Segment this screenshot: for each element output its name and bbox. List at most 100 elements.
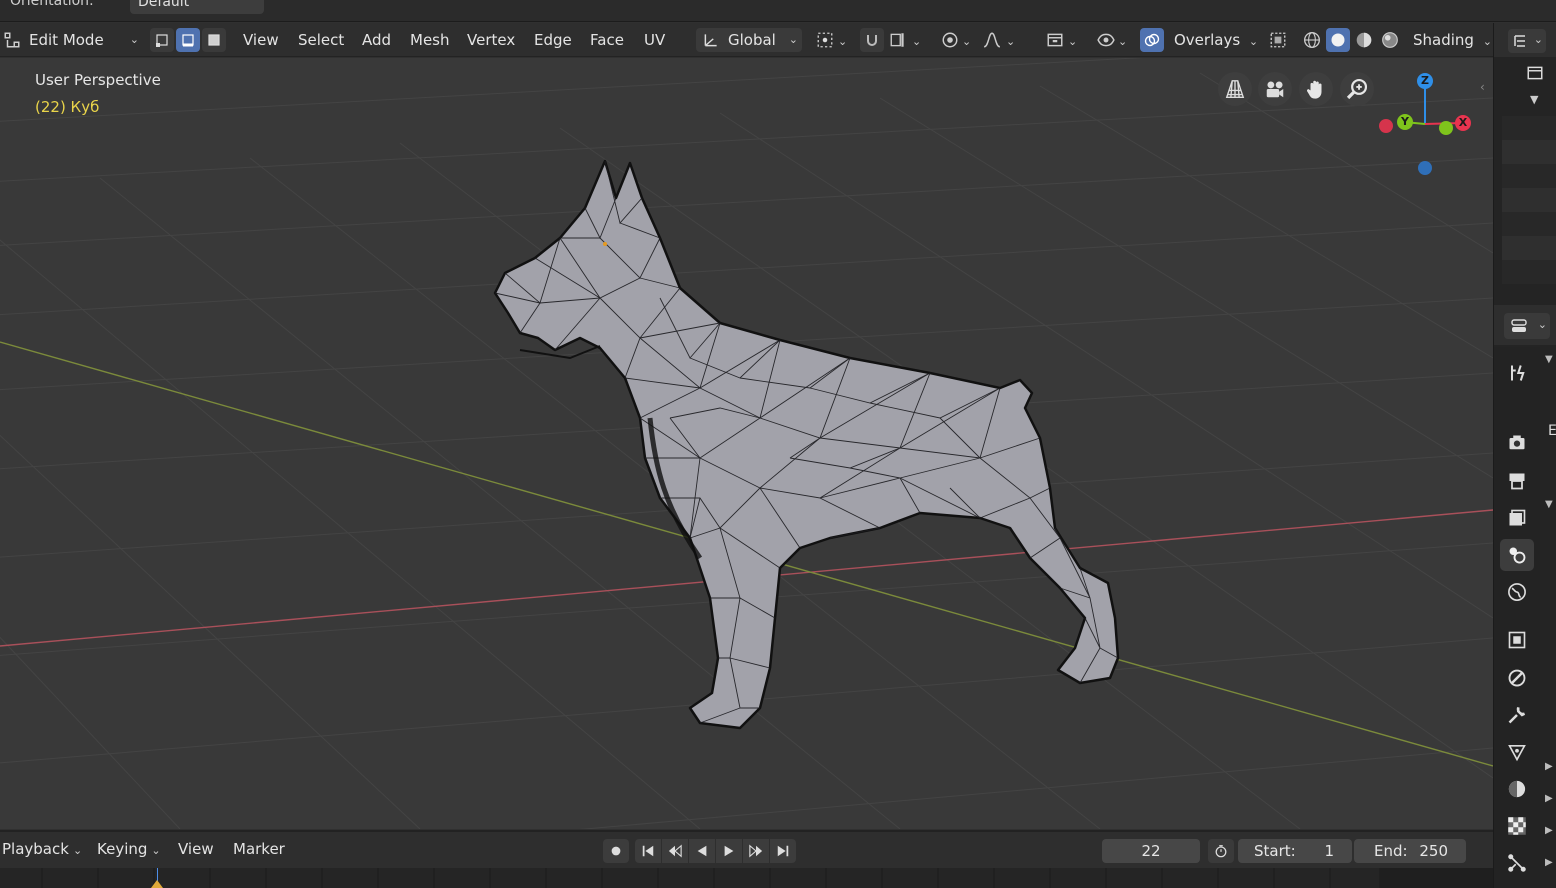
menu-select[interactable]: Select [292, 28, 350, 52]
outliner-row[interactable] [1502, 260, 1556, 284]
material-preview-shading-icon[interactable] [1354, 30, 1374, 50]
menu-timeline-view[interactable]: View [178, 840, 214, 858]
disclosure-triangle-icon[interactable]: ▼ [1545, 354, 1553, 365]
outliner-display-mode-button[interactable]: ⌄ [1508, 29, 1546, 53]
camera-view-button[interactable] [1258, 72, 1292, 106]
outliner-row[interactable] [1502, 236, 1556, 260]
gizmo-neg-z-axis[interactable] [1418, 161, 1432, 175]
start-frame-field[interactable]: Start: 1 [1238, 839, 1352, 863]
gizmo-neg-y-axis[interactable] [1439, 121, 1453, 135]
disclosure-triangle-icon[interactable]: ▶ [1545, 761, 1553, 772]
outliner-row[interactable] [1502, 212, 1556, 236]
tab-wrench[interactable] [1500, 699, 1534, 731]
tab-render[interactable] [1500, 427, 1534, 459]
overlays-dropdown[interactable]: Overlays ⌄ [1168, 28, 1264, 52]
menu-uv[interactable]: UV [638, 28, 671, 52]
mode-selector[interactable]: Edit Mode ⌄ [23, 28, 143, 52]
gizmo-visibility-icon[interactable] [1096, 30, 1116, 50]
chevron-down-icon[interactable]: ⌄ [1068, 35, 1077, 48]
menu-vertex[interactable]: Vertex [461, 28, 521, 52]
solid-shading-icon[interactable] [1326, 28, 1350, 52]
menu-marker[interactable]: Marker [233, 840, 285, 858]
tab-physics[interactable] [1500, 882, 1534, 888]
sidebar-toggle-icon[interactable]: ‹ [1480, 80, 1485, 94]
transform-orientation-label: Global [728, 31, 776, 49]
disclosure-triangle-icon[interactable]: ▼ [1530, 93, 1538, 106]
play-button[interactable] [716, 839, 742, 863]
play-reverse-button[interactable] [689, 839, 715, 863]
tab-world[interactable] [1500, 576, 1534, 608]
jump-to-keyframe-back-button[interactable] [662, 839, 688, 863]
menu-playback[interactable]: Playback ⌄ [2, 840, 82, 858]
chevron-down-icon[interactable]: ⌄ [912, 35, 921, 48]
navigation-gizmo[interactable]: Z Y X [1372, 68, 1482, 178]
current-frame-field[interactable]: 22 [1102, 839, 1200, 863]
rendered-shading-icon[interactable] [1380, 30, 1400, 50]
menu-keying[interactable]: Keying ⌄ [97, 840, 161, 858]
3d-viewport[interactable]: User Perspective (22) Куб Z Y X ‹ [0, 58, 1493, 829]
floor-grid [0, 58, 1493, 829]
zoom-view-button[interactable] [1340, 72, 1374, 106]
gizmo-neg-x-axis[interactable] [1379, 119, 1393, 133]
vertex-select-mode-icon[interactable] [150, 28, 174, 52]
menu-edge[interactable]: Edge [528, 28, 578, 52]
editor-type-icon[interactable] [2, 30, 22, 50]
menu-mesh[interactable]: Mesh [404, 28, 456, 52]
snap-toggle-icon[interactable] [860, 28, 884, 52]
chevron-down-icon[interactable]: ⌄ [838, 35, 847, 48]
falloff-curve-icon[interactable] [982, 30, 1002, 50]
shading-dropdown[interactable]: Shading ⌄ [1407, 28, 1498, 52]
overlays-toggle-icon[interactable] [1140, 28, 1164, 52]
wireframe-shading-icon[interactable] [1302, 30, 1322, 50]
tab-modifiers[interactable] [1500, 662, 1534, 694]
outliner-row[interactable] [1502, 140, 1556, 164]
chevron-down-icon[interactable]: ⌄ [1118, 35, 1127, 48]
tab-output[interactable] [1500, 465, 1534, 497]
gizmo-x-axis[interactable]: X [1455, 115, 1471, 131]
auto-keying-button[interactable] [603, 839, 629, 863]
outliner-row[interactable] [1502, 188, 1556, 212]
gizmo-y-axis[interactable]: Y [1397, 114, 1413, 130]
edge-select-mode-icon[interactable] [176, 28, 200, 52]
collection-icon[interactable] [1526, 64, 1544, 86]
toggle-view-perspective-button[interactable] [1218, 72, 1252, 106]
tab-tool[interactable] [1500, 357, 1534, 389]
proportional-editing-icon[interactable] [940, 30, 960, 50]
disclosure-triangle-icon[interactable]: ▶ [1545, 793, 1553, 804]
properties-editor-type-button[interactable]: ⌄ [1504, 313, 1550, 339]
jump-to-end-button[interactable] [770, 839, 796, 863]
outliner-row[interactable] [1502, 116, 1556, 140]
face-select-mode-icon[interactable] [202, 28, 226, 52]
pivot-point-icon[interactable] [815, 30, 835, 50]
jump-to-keyframe-forward-button[interactable] [743, 839, 769, 863]
snap-target-icon[interactable] [888, 30, 908, 50]
tab-particles[interactable] [1500, 847, 1534, 879]
menu-add[interactable]: Add [356, 28, 397, 52]
use-preview-range-button[interactable] [1208, 839, 1234, 863]
chevron-down-icon[interactable]: ⌄ [962, 35, 971, 48]
disclosure-triangle-icon[interactable]: ▼ [1545, 499, 1553, 510]
tab-view-layer[interactable] [1500, 502, 1534, 534]
disclosure-triangle-icon[interactable]: ▶ [1545, 825, 1553, 836]
object-types-visibility-icon[interactable] [1045, 30, 1065, 50]
end-frame-field[interactable]: End: 250 [1354, 839, 1466, 863]
timeline-ruler[interactable] [0, 868, 1493, 888]
outliner-row[interactable] [1502, 164, 1556, 188]
tab-scene[interactable] [1500, 539, 1534, 571]
tab-mesh-data[interactable] [1500, 736, 1534, 768]
tab-texture[interactable] [1500, 810, 1534, 842]
active-object-info: (22) Куб [35, 98, 100, 116]
transform-orientation-selector[interactable]: Global ⌄ [696, 28, 802, 52]
menu-view[interactable]: View [237, 28, 285, 52]
tab-material[interactable] [1500, 773, 1534, 805]
menu-face[interactable]: Face [584, 28, 630, 52]
tab-object[interactable] [1500, 624, 1534, 656]
orientation-select[interactable]: Default [130, 0, 264, 14]
xray-toggle-icon[interactable] [1268, 30, 1288, 50]
play-icon [724, 845, 734, 857]
chevron-down-icon[interactable]: ⌄ [1006, 35, 1015, 48]
gizmo-z-axis[interactable]: Z [1417, 73, 1433, 89]
jump-to-start-button[interactable] [635, 839, 661, 863]
disclosure-triangle-icon[interactable]: ▶ [1545, 857, 1553, 868]
pan-view-button[interactable] [1299, 72, 1333, 106]
